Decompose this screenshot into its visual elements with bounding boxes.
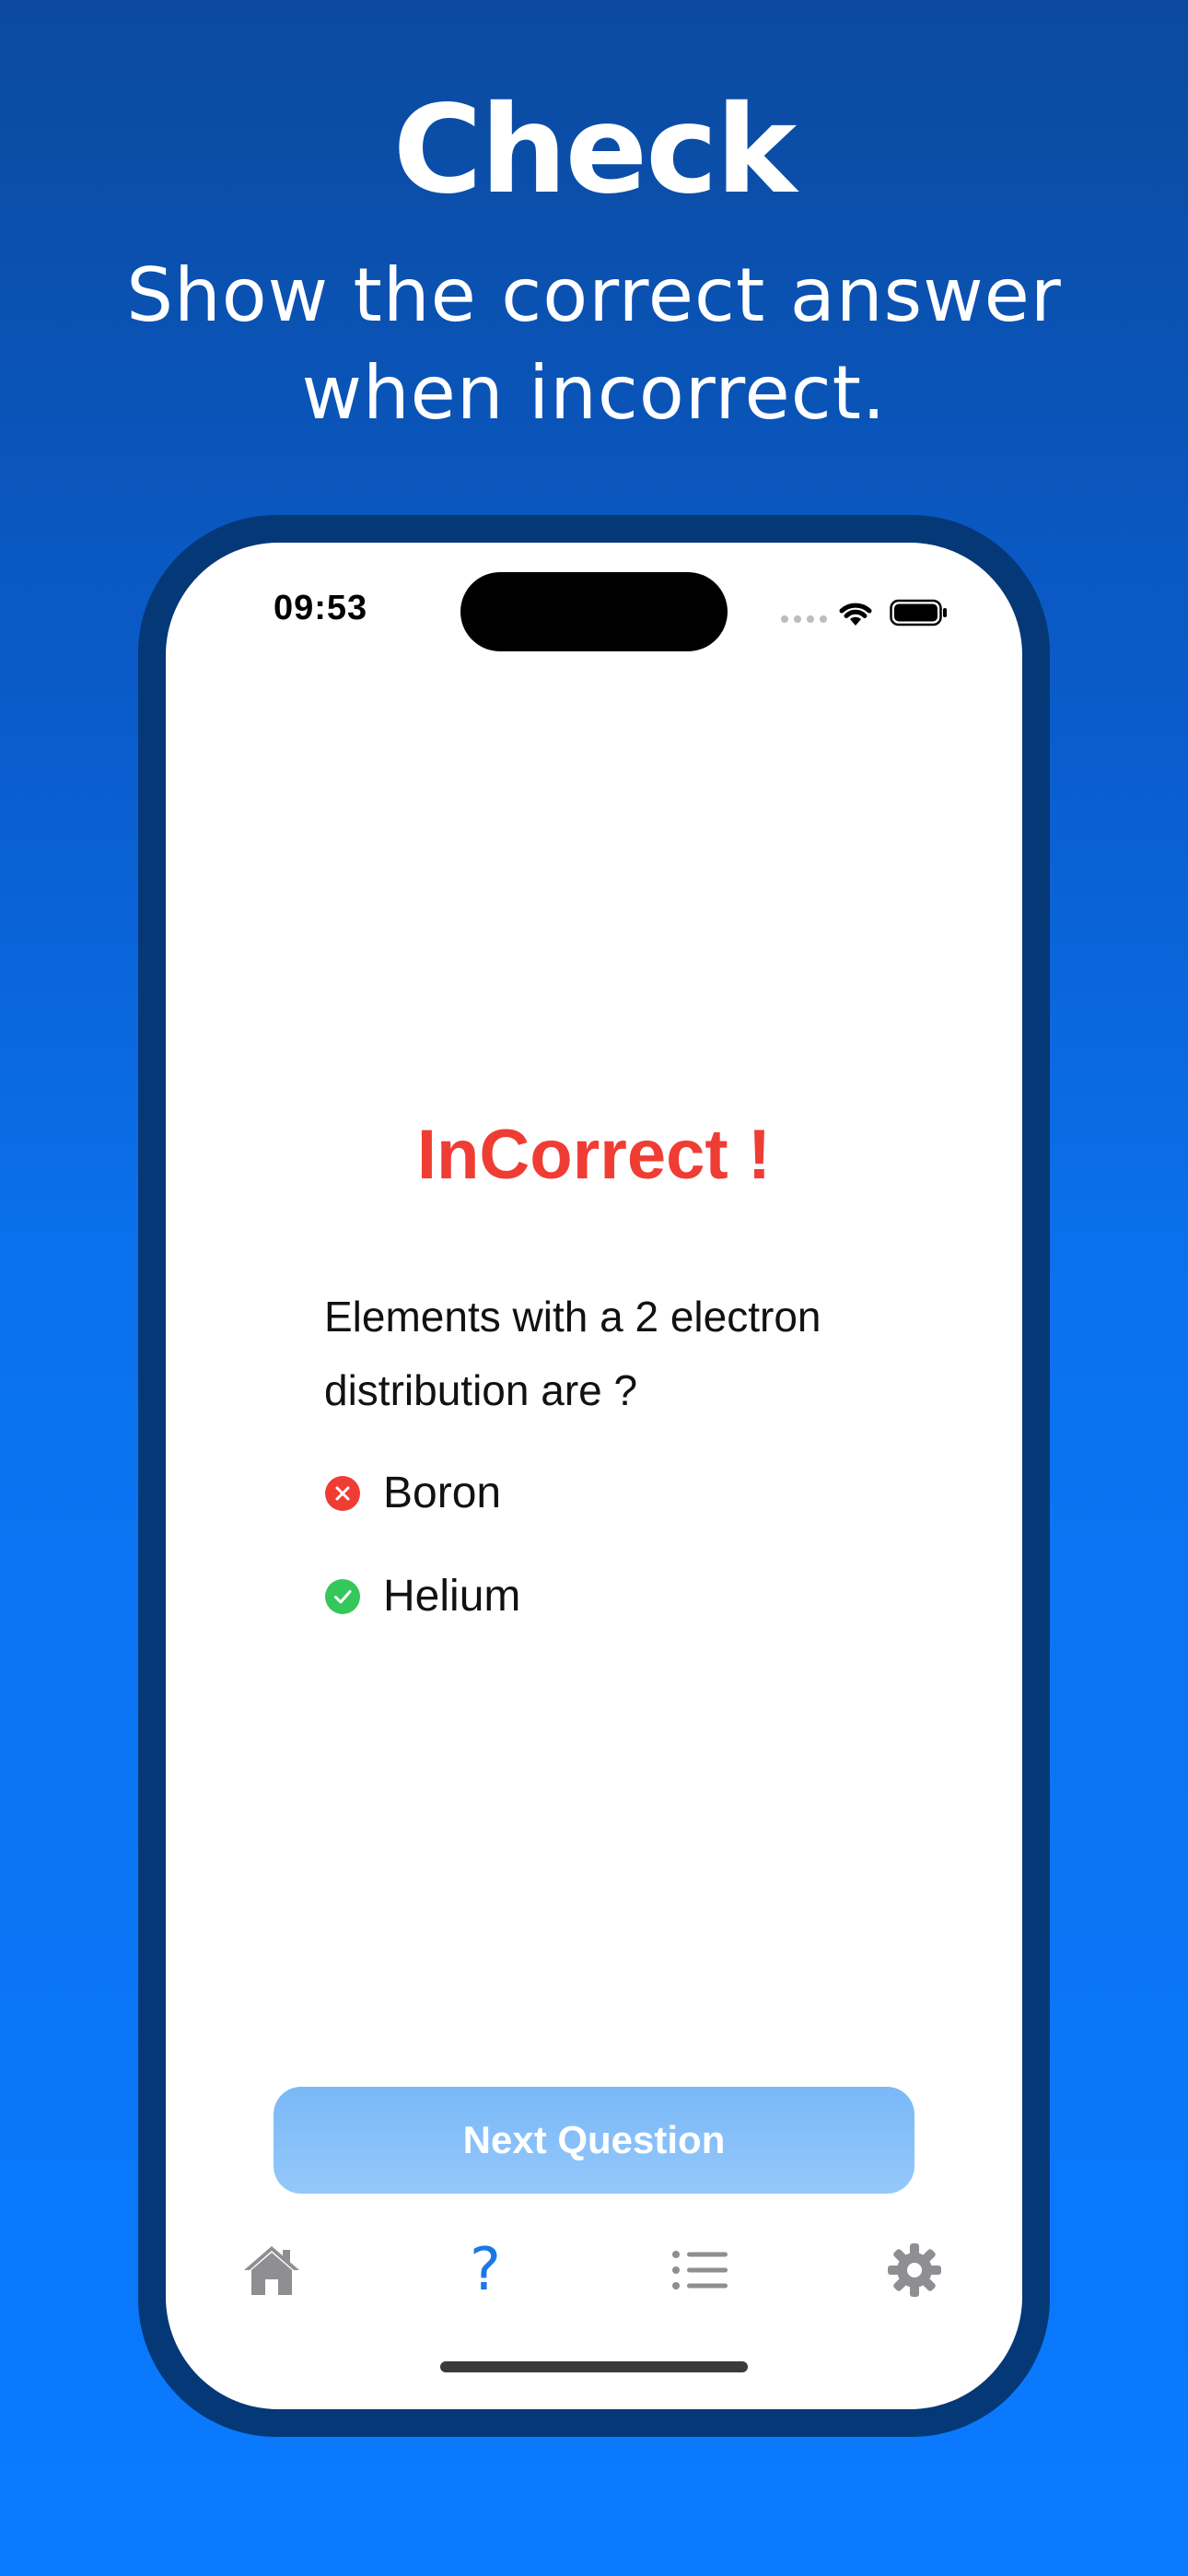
x-circle-icon: [325, 1476, 360, 1511]
dynamic-island: [460, 572, 728, 651]
list-icon: [672, 2251, 728, 2289]
cellular-signal-icon: [781, 615, 827, 623]
phone-screen: 09:53 InCorrect ! Elements with a 2 elec…: [166, 543, 1022, 2409]
promo-subtitle: Show the correct answer when incorrect.: [126, 252, 1062, 436]
battery-icon: [890, 599, 947, 626]
tab-settings[interactable]: [882, 2238, 947, 2302]
home-indicator: [440, 2361, 748, 2372]
tab-list[interactable]: [668, 2238, 732, 2302]
check-circle-icon: [325, 1579, 360, 1614]
answer-correct: Helium: [324, 1569, 520, 1624]
result-title: InCorrect !: [416, 1116, 772, 1194]
status-time: 09:53: [274, 589, 368, 627]
promo-title: Check: [392, 79, 797, 221]
answer-label: Helium: [383, 1572, 521, 1621]
answer-label: Boron: [383, 1469, 502, 1517]
phone-frame: 09:53 InCorrect ! Elements with a 2 elec…: [138, 515, 1050, 2437]
tab-home[interactable]: [239, 2238, 304, 2302]
gear-icon: [888, 2243, 941, 2297]
answer-incorrect: Boron: [324, 1466, 501, 1521]
wifi-icon: [839, 603, 872, 626]
next-question-button[interactable]: Next Question: [274, 2087, 914, 2194]
tab-quiz[interactable]: ?: [453, 2238, 518, 2302]
question-text: Elements with a 2 electron distribution …: [324, 1293, 821, 1414]
home-icon: [244, 2246, 299, 2295]
question-mark-icon: ?: [470, 2236, 501, 2304]
